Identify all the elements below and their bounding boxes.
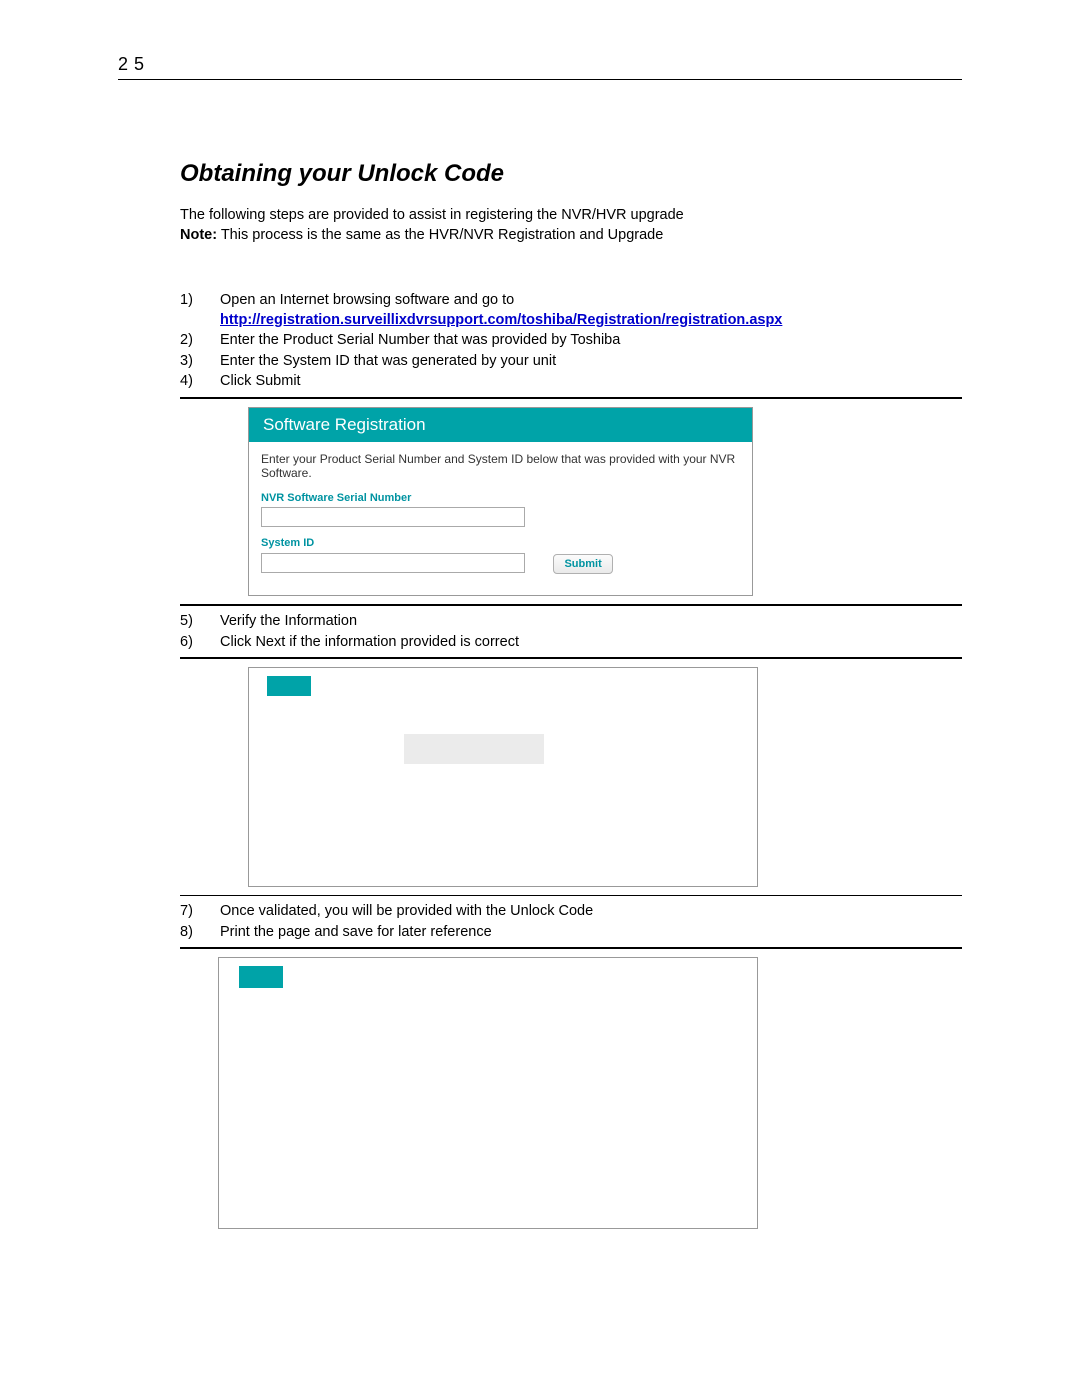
submit-button[interactable]: Submit	[553, 554, 612, 574]
registration-header: Software Registration	[249, 408, 752, 442]
step-text: Enter the Product Serial Number that was…	[220, 331, 962, 351]
steps-group-a: 1) Open an Internet browsing software an…	[180, 291, 962, 399]
registration-link[interactable]: http://registration.surveillixdvrsupport…	[220, 312, 782, 328]
section-divider	[180, 397, 962, 399]
section-title: Obtaining your Unlock Code	[180, 160, 962, 188]
intro-block: The following steps are provided to assi…	[180, 206, 962, 245]
teal-chip-icon	[267, 676, 311, 696]
teal-chip-icon	[239, 966, 283, 988]
step-text: Open an Internet browsing software and g…	[220, 291, 962, 330]
step-number: 8)	[180, 923, 220, 943]
unlock-code-panel	[218, 957, 758, 1229]
step-number: 6)	[180, 633, 220, 653]
step-number: 3)	[180, 352, 220, 372]
step-number: 7)	[180, 902, 220, 922]
verify-information-panel	[248, 667, 758, 887]
registration-description: Enter your Product Serial Number and Sys…	[249, 452, 752, 492]
system-id-label: System ID	[249, 537, 752, 552]
note-label: Note:	[180, 227, 217, 243]
step-text: Print the page and save for later refere…	[220, 923, 962, 943]
intro-line-2: This process is the same as the HVR/NVR …	[217, 227, 663, 243]
step-number: 2)	[180, 331, 220, 351]
step-text: Once validated, you will be provided wit…	[220, 902, 962, 922]
step-text-content: Open an Internet browsing software and g…	[220, 292, 514, 308]
steps-group-b: 5) Verify the Information 6) Click Next …	[180, 604, 962, 659]
section-divider	[180, 895, 962, 896]
serial-number-input[interactable]	[261, 507, 525, 527]
steps-group-c: 7) Once validated, you will be provided …	[180, 895, 962, 949]
step-text: Enter the System ID that was generated b…	[220, 352, 962, 372]
top-divider	[118, 79, 962, 80]
section-divider	[180, 657, 962, 659]
system-id-input[interactable]	[261, 553, 525, 573]
step-number: 5)	[180, 612, 220, 632]
software-registration-panel: Software Registration Enter your Product…	[248, 407, 753, 596]
page-number: 25	[118, 54, 962, 75]
gray-placeholder	[404, 734, 544, 764]
intro-line-1: The following steps are provided to assi…	[180, 206, 962, 226]
step-number: 1)	[180, 291, 220, 330]
step-text: Click Next if the information provided i…	[220, 633, 962, 653]
step-number: 4)	[180, 372, 220, 392]
step-text: Verify the Information	[220, 612, 962, 632]
section-divider	[180, 604, 962, 606]
serial-number-label: NVR Software Serial Number	[249, 492, 752, 507]
section-divider	[180, 947, 962, 949]
step-text: Click Submit	[220, 372, 962, 392]
